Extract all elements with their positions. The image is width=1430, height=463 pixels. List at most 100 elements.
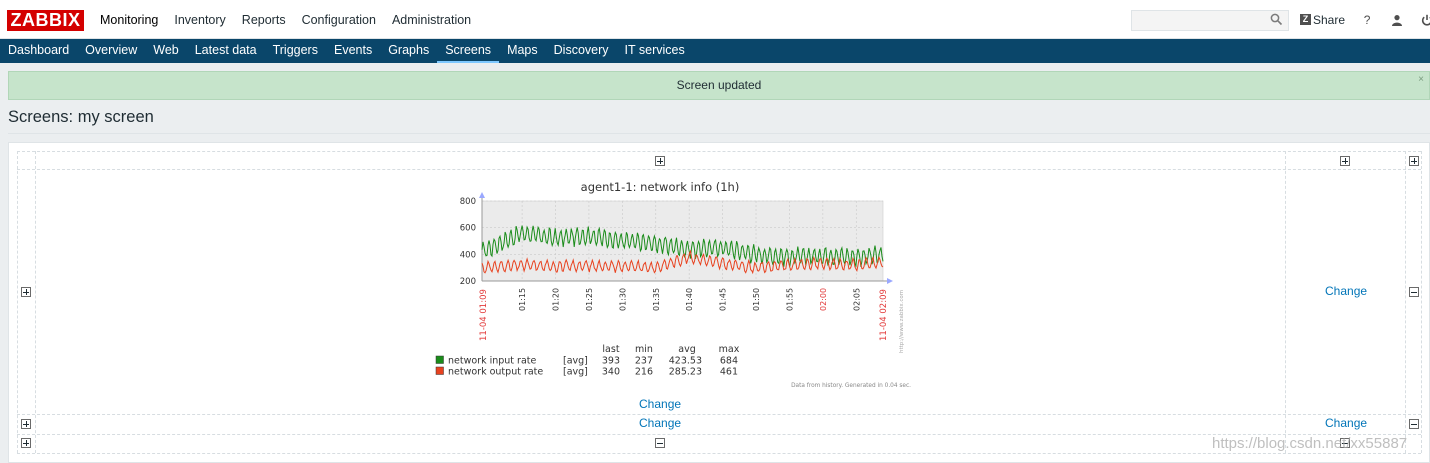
x-tick-label: 01:25 <box>585 288 594 311</box>
share-icon: Z <box>1300 14 1311 25</box>
x-end-label: 11-04 02:09 <box>879 289 889 341</box>
add-column-button[interactable] <box>655 156 665 166</box>
menu-configuration[interactable]: Configuration <box>294 0 384 39</box>
x-tick-label: 01:15 <box>518 288 527 311</box>
grid-line <box>1405 151 1406 453</box>
close-message-icon[interactable]: × <box>1418 72 1424 88</box>
zabbix-logo[interactable]: ZABBIX <box>7 10 84 31</box>
message-text: Screen updated <box>676 78 762 92</box>
grid-line <box>17 414 1421 415</box>
legend-max-input: 684 <box>720 356 738 367</box>
legend-max-output: 461 <box>720 367 738 378</box>
legend-last-output: 340 <box>602 367 620 378</box>
menu-reports[interactable]: Reports <box>234 0 294 39</box>
watermark: https://blog.csdn.net/xx55887 <box>1212 435 1408 452</box>
submenu-dashboard[interactable]: Dashboard <box>0 39 77 63</box>
submenu-it-services[interactable]: IT services <box>617 39 693 63</box>
legend-header-avg: avg <box>678 344 695 355</box>
grid-line <box>17 169 1421 170</box>
legend-swatch-input <box>435 355 444 364</box>
menu-administration[interactable]: Administration <box>384 0 479 39</box>
page-title: Screens: my screen <box>8 108 154 126</box>
legend-func-input: [avg] <box>563 356 588 367</box>
submenu-web[interactable]: Web <box>145 39 186 63</box>
sub-menu: Dashboard Overview Web Latest data Trigg… <box>0 39 1430 63</box>
add-row-button[interactable] <box>21 419 31 429</box>
legend-header-min: min <box>635 344 653 355</box>
zabbix-url-label: http://www.zabbix.com <box>899 290 905 353</box>
change-link[interactable]: Change <box>1325 416 1367 430</box>
change-link[interactable]: Change <box>639 397 681 411</box>
grid-line <box>35 151 36 453</box>
remove-column-button[interactable] <box>655 438 665 448</box>
add-column-button[interactable] <box>1340 156 1350 166</box>
grid-line <box>17 453 1421 454</box>
menu-inventory[interactable]: Inventory <box>166 0 233 39</box>
x-tick-label: 01:40 <box>685 288 694 311</box>
grid-line <box>17 151 1421 152</box>
add-row-button[interactable] <box>21 287 31 297</box>
legend-min-input: 237 <box>635 356 653 367</box>
remove-row-button[interactable] <box>1409 287 1419 297</box>
search-icon[interactable] <box>1270 13 1283 26</box>
y-tick-label: 200 <box>460 277 476 287</box>
legend-min-output: 216 <box>635 367 653 378</box>
y-tick-label: 800 <box>460 197 476 207</box>
sign-out-icon[interactable] <box>1421 14 1430 26</box>
success-message: Screen updated × <box>8 71 1430 100</box>
graph-title: agent1-1: network info (1h) <box>581 180 740 194</box>
share-button[interactable]: Z Share <box>1300 13 1345 27</box>
legend-avg-output: 285.23 <box>669 367 702 378</box>
top-header: ZABBIX Monitoring Inventory Reports Conf… <box>0 0 1430 39</box>
add-column-button[interactable] <box>1409 156 1419 166</box>
y-tick-label: 600 <box>460 224 476 234</box>
legend-avg-input: 423.53 <box>669 356 702 367</box>
help-icon[interactable]: ? <box>1361 14 1373 26</box>
main-menu: Monitoring Inventory Reports Configurati… <box>92 0 479 39</box>
x-tick-label: 01:45 <box>719 288 728 311</box>
legend-swatch-output <box>435 366 444 375</box>
grid-line <box>17 151 18 453</box>
x-tick-label: 01:20 <box>552 288 561 311</box>
header-actions: Z Share ? <box>1300 0 1430 39</box>
change-link[interactable]: Change <box>639 416 681 430</box>
legend-func-output: [avg] <box>563 367 588 378</box>
graph-footer: Data from history. Generated in 0.04 sec… <box>791 383 911 389</box>
x-axis-arrow <box>887 278 893 284</box>
legend-header-max: max <box>719 344 740 355</box>
screen-grid: Change Change Change Change agent1-1: ne… <box>8 142 1430 463</box>
submenu-overview[interactable]: Overview <box>77 39 145 63</box>
legend-header-last: last <box>602 344 619 355</box>
submenu-graphs[interactable]: Graphs <box>380 39 437 63</box>
submenu-maps[interactable]: Maps <box>499 39 546 63</box>
search-input[interactable] <box>1131 10 1289 31</box>
network-graph[interactable]: agent1-1: network info (1h) 800 600 400 200… <box>419 177 919 389</box>
legend-name-output: network output rate <box>448 367 543 378</box>
y-axis-labels: 800 600 400 200 <box>460 197 476 287</box>
share-label: Share <box>1313 12 1346 27</box>
grid-line <box>17 434 1421 435</box>
x-tick-label: 01:50 <box>752 288 761 311</box>
x-tick-label: 01:35 <box>652 288 661 311</box>
legend-last-input: 393 <box>602 356 620 367</box>
grid-line <box>1421 151 1422 453</box>
legend-name-input: network input rate <box>448 356 537 367</box>
add-row-button[interactable] <box>21 438 31 448</box>
submenu-discovery[interactable]: Discovery <box>546 39 617 63</box>
title-divider <box>8 133 1430 134</box>
change-link[interactable]: Change <box>1325 284 1367 298</box>
remove-row-button[interactable] <box>1409 419 1419 429</box>
submenu-latest-data[interactable]: Latest data <box>187 39 265 63</box>
y-axis-arrow <box>479 192 485 198</box>
x-start-label: 11-04 01:09 <box>479 289 489 341</box>
menu-monitoring[interactable]: Monitoring <box>92 0 166 39</box>
x-tick-label: 02:00 <box>819 288 828 311</box>
submenu-events[interactable]: Events <box>326 39 380 63</box>
submenu-triggers[interactable]: Triggers <box>265 39 326 63</box>
x-tick-label: 01:55 <box>785 288 794 311</box>
user-profile-icon[interactable] <box>1391 14 1403 26</box>
y-tick-label: 400 <box>460 250 476 260</box>
x-axis-labels: 01:15 01:20 01:25 01:30 01:35 01:40 01:45 01:50… <box>518 288 861 311</box>
grid-line <box>1285 151 1286 453</box>
submenu-screens[interactable]: Screens <box>437 39 500 63</box>
